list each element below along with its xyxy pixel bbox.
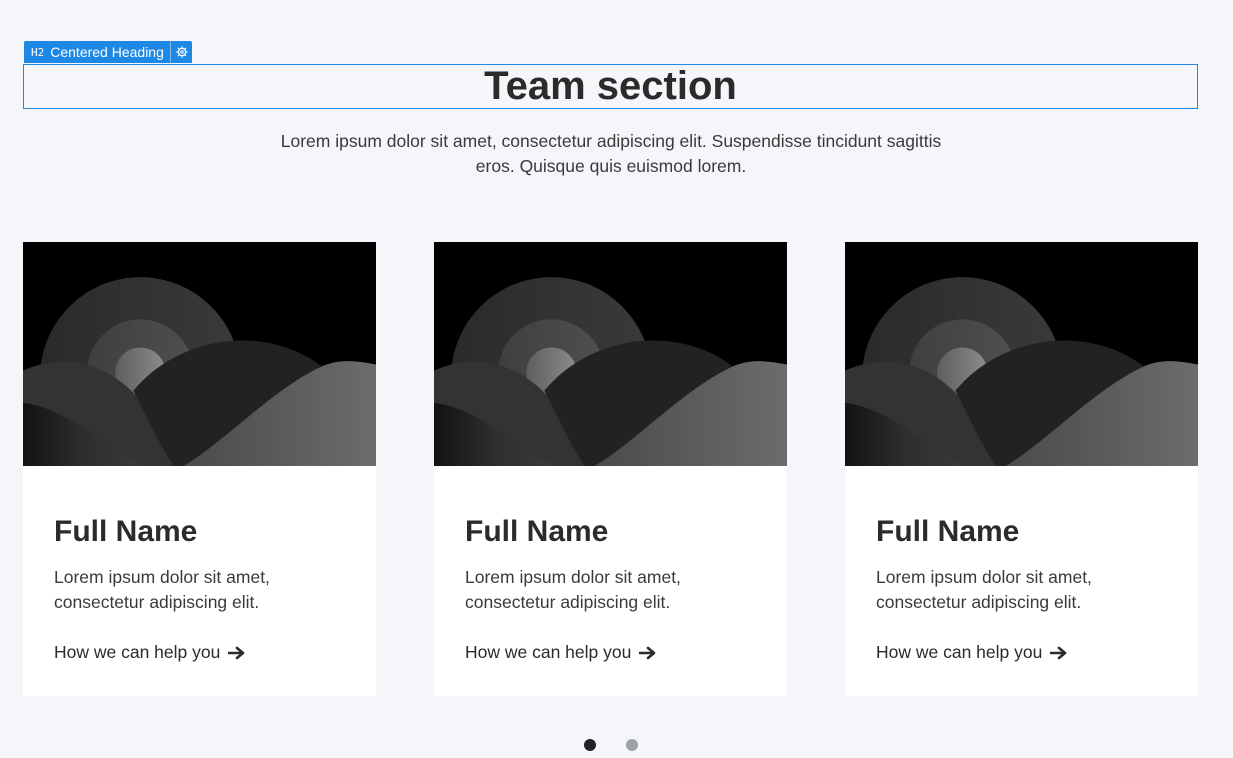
selection-outline	[23, 64, 1198, 109]
card-name: Full Name	[465, 515, 609, 548]
card-link[interactable]: How we can help you	[876, 640, 1068, 665]
card-link-label: How we can help you	[876, 642, 1043, 662]
element-tag-label: H2	[31, 45, 45, 59]
card-description: Lorem ipsum dolor sit amet, consectetur …	[465, 567, 681, 612]
card-description: Lorem ipsum dolor sit amet, consectetur …	[54, 567, 270, 612]
carousel-pagination	[584, 739, 638, 751]
team-card: Full Name Lorem ipsum dolor sit amet, co…	[23, 242, 376, 696]
card-name: Full Name	[876, 515, 1020, 548]
card-link-label: How we can help you	[54, 642, 221, 662]
arrow-right-icon	[228, 645, 246, 661]
section-intro: Lorem ipsum dolor sit amet, consectetur …	[280, 131, 942, 176]
arrow-right-icon	[639, 645, 657, 661]
pagination-dot-1[interactable]	[584, 739, 596, 751]
element-type-label: Centered Heading	[50, 44, 164, 60]
card-link[interactable]: How we can help you	[465, 640, 657, 665]
team-card: Full Name Lorem ipsum dolor sit amet, co…	[845, 242, 1198, 696]
card-description: Lorem ipsum dolor sit amet, consectetur …	[876, 567, 1092, 612]
card-link-label: How we can help you	[465, 642, 632, 662]
card-link[interactable]: How we can help you	[54, 640, 246, 665]
editor-element-badge[interactable]: H2 Centered Heading	[24, 41, 192, 63]
gear-icon[interactable]	[169, 41, 192, 63]
landscape-placeholder-image	[845, 242, 1198, 466]
card-name: Full Name	[54, 515, 198, 548]
landscape-placeholder-image	[434, 242, 787, 466]
arrow-right-icon	[1050, 645, 1068, 661]
landscape-placeholder-image	[23, 242, 376, 466]
pagination-dot-2[interactable]	[626, 739, 638, 751]
team-card: Full Name Lorem ipsum dolor sit amet, co…	[434, 242, 787, 696]
